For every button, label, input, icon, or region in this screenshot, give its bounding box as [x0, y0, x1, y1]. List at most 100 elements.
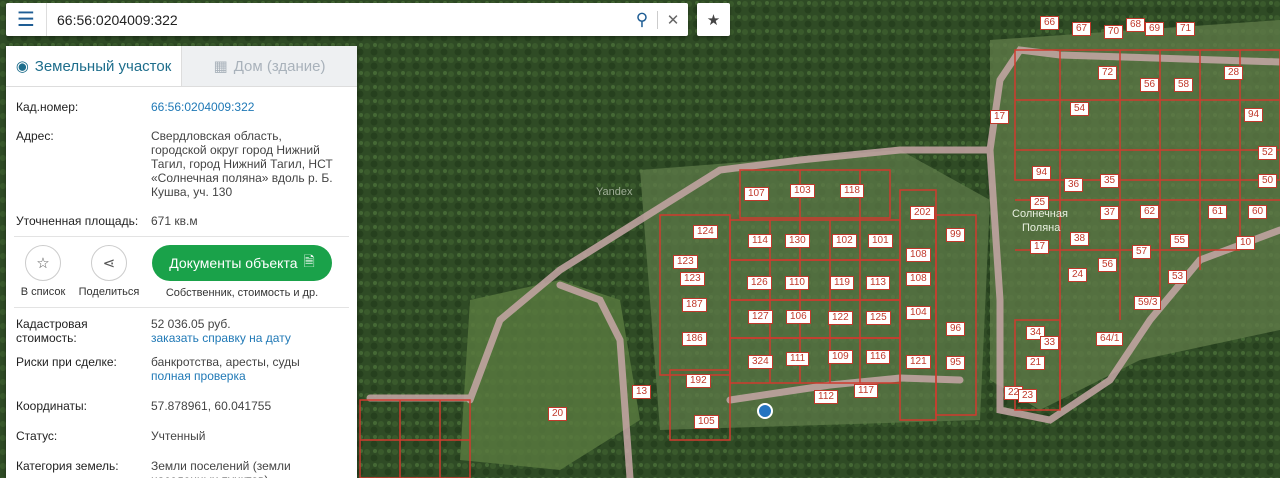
plot-label[interactable]: 55	[1170, 234, 1190, 248]
plot-label[interactable]: 36	[1064, 178, 1084, 192]
plot-label[interactable]: 35	[1100, 174, 1120, 188]
search-input[interactable]	[47, 3, 627, 36]
plot-label[interactable]: 121	[906, 355, 931, 369]
plot-label[interactable]: 66	[1040, 16, 1060, 30]
plot-label[interactable]: 33	[1040, 336, 1060, 350]
plot-label[interactable]: 20	[548, 407, 568, 421]
plot-label[interactable]: 56	[1098, 258, 1118, 272]
close-icon: ✕	[666, 11, 680, 29]
plot-label[interactable]: 58	[1174, 78, 1194, 92]
favorite-button[interactable]: ★	[697, 3, 730, 36]
plot-label[interactable]: 109	[828, 350, 853, 364]
cadastral-number-label: Кад.номер:	[16, 100, 79, 114]
plot-label[interactable]: 61	[1208, 205, 1228, 219]
plot-label[interactable]: 102	[832, 234, 857, 248]
search-button[interactable]: ⚲	[627, 10, 657, 30]
plot-label[interactable]: 10	[1236, 236, 1256, 250]
plot-label[interactable]: 52	[1258, 146, 1278, 160]
plot-label[interactable]: 103	[790, 184, 815, 198]
plot-label[interactable]: 72	[1098, 66, 1118, 80]
plot-label[interactable]: 111	[786, 352, 810, 366]
add-to-list-button[interactable]: ☆ В список	[14, 245, 72, 298]
tab-label: Земельный участок	[34, 57, 172, 75]
documents-button[interactable]: Документы объекта 🗎	[152, 245, 332, 281]
plot-label[interactable]: 28	[1224, 66, 1244, 80]
plot-label[interactable]: 126	[747, 276, 772, 290]
tab-building[interactable]: ▦ Дом (здание)	[181, 46, 357, 86]
plot-label[interactable]: 96	[946, 322, 966, 336]
plot-label[interactable]: 57	[1132, 245, 1152, 259]
plot-label[interactable]: 94	[1244, 108, 1264, 122]
tab-land-plot[interactable]: ◉ Земельный участок	[6, 46, 181, 86]
plot-label[interactable]: 108	[906, 248, 931, 262]
plot-label[interactable]: 123	[680, 272, 705, 286]
clear-button[interactable]: ✕	[658, 11, 688, 29]
address-value: Свердловская область, городской округ го…	[151, 129, 333, 199]
plot-label[interactable]: 104	[906, 306, 931, 320]
plot-label[interactable]: 56	[1140, 78, 1160, 92]
plot-label[interactable]: 24	[1068, 268, 1088, 282]
map-watermark: Yandex	[596, 186, 633, 198]
plot-label[interactable]: 113	[866, 276, 890, 290]
plot-label[interactable]: 70	[1104, 25, 1124, 39]
plot-label[interactable]: 108	[906, 272, 931, 286]
plot-label[interactable]: 95	[946, 356, 966, 370]
plot-label[interactable]: 17	[990, 110, 1010, 124]
plot-label[interactable]: 123	[673, 255, 698, 269]
plot-label[interactable]: 101	[868, 234, 893, 248]
plot-label[interactable]: 110	[785, 276, 809, 290]
plot-label[interactable]: 107	[744, 187, 769, 201]
plot-label[interactable]: 54	[1070, 102, 1090, 116]
plot-label[interactable]: 99	[946, 228, 966, 242]
cadastral-number-value[interactable]: 66:56:0204009:322	[151, 100, 347, 114]
plot-label[interactable]: 67	[1072, 22, 1092, 36]
plot-label[interactable]: 17	[1030, 240, 1050, 254]
plot-label[interactable]: 186	[682, 332, 707, 346]
plot-label[interactable]: 21	[1026, 356, 1046, 370]
plot-label[interactable]: 125	[866, 311, 891, 325]
search-bar: ☰ ⚲ ✕	[6, 3, 688, 36]
plot-label[interactable]: 105	[694, 415, 719, 429]
full-check-link[interactable]: полная проверка	[151, 369, 347, 383]
plot-label[interactable]: 59/3	[1134, 296, 1162, 310]
plot-label[interactable]: 60	[1248, 205, 1268, 219]
menu-icon: ☰	[17, 9, 35, 31]
plot-label[interactable]: 53	[1168, 270, 1188, 284]
plot-label[interactable]: 23	[1018, 389, 1038, 403]
plot-label[interactable]: 106	[786, 310, 811, 324]
plot-label[interactable]: 114	[748, 234, 772, 248]
selected-plot-marker	[757, 403, 773, 419]
share-button[interactable]: ⋖ Поделиться	[79, 245, 139, 298]
plot-label[interactable]: 38	[1070, 232, 1090, 246]
order-report-link[interactable]: заказать справку на дату	[151, 331, 347, 345]
plot-label[interactable]: 127	[748, 310, 773, 324]
plot-label[interactable]: 118	[840, 184, 864, 198]
plot-label[interactable]: 202	[910, 206, 935, 220]
cost-label: Кадастровая стоимость:	[16, 317, 88, 345]
plot-label[interactable]: 37	[1100, 206, 1120, 220]
plot-label[interactable]: 64/1	[1096, 332, 1124, 346]
category-value: Земли поселений (земли населенных пункто…	[151, 459, 291, 478]
plot-label[interactable]: 71	[1176, 22, 1196, 36]
plot-label[interactable]: 122	[828, 311, 853, 325]
plot-label[interactable]: 13	[632, 385, 652, 399]
plot-label[interactable]: 117	[854, 384, 878, 398]
category-label: Категория земель:	[16, 459, 119, 473]
plot-label[interactable]: 187	[682, 298, 707, 312]
plot-label[interactable]: 68	[1126, 18, 1146, 32]
plot-label[interactable]: 124	[693, 225, 718, 239]
plot-label[interactable]: 25	[1030, 196, 1050, 210]
plot-label[interactable]: 62	[1140, 205, 1160, 219]
plot-label[interactable]: 94	[1032, 166, 1052, 180]
plot-label[interactable]: 69	[1145, 22, 1165, 36]
plot-label[interactable]: 50	[1258, 174, 1278, 188]
plot-label[interactable]: 192	[686, 374, 711, 388]
search-icon: ⚲	[635, 9, 649, 29]
menu-button[interactable]: ☰	[6, 3, 47, 36]
coords-value: 57.878961, 60.041755	[151, 399, 272, 413]
plot-label[interactable]: 130	[785, 234, 810, 248]
plot-label[interactable]: 119	[830, 276, 854, 290]
plot-label[interactable]: 116	[866, 350, 890, 364]
plot-label[interactable]: 112	[814, 390, 838, 404]
plot-label[interactable]: 324	[748, 355, 773, 369]
